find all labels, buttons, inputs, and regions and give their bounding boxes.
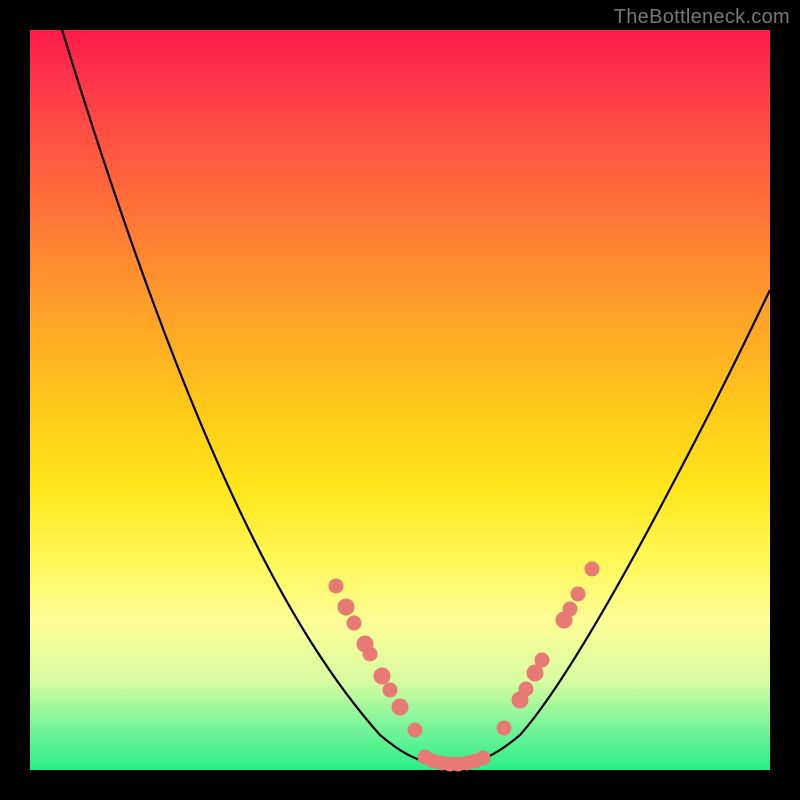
data-marker: [338, 599, 354, 615]
data-marker: [571, 587, 585, 601]
data-marker: [383, 683, 397, 697]
data-marker: [408, 723, 422, 737]
data-marker: [563, 602, 577, 616]
data-marker: [527, 665, 543, 681]
watermark-text: TheBottleneck.com: [614, 6, 790, 29]
data-marker: [374, 668, 390, 684]
chart-svg: [30, 30, 770, 770]
curves-group: [50, 0, 770, 765]
curve-left-curve: [50, 0, 450, 765]
data-marker: [347, 616, 361, 630]
data-marker: [585, 562, 599, 576]
chart-frame: [30, 30, 770, 770]
data-marker: [497, 721, 511, 735]
data-marker: [392, 699, 408, 715]
data-marker: [535, 653, 549, 667]
curve-right-curve: [450, 290, 770, 765]
data-marker: [363, 647, 377, 661]
data-marker: [519, 682, 533, 696]
data-marker: [329, 579, 343, 593]
data-marker: [476, 751, 490, 765]
markers-group: [329, 562, 599, 771]
